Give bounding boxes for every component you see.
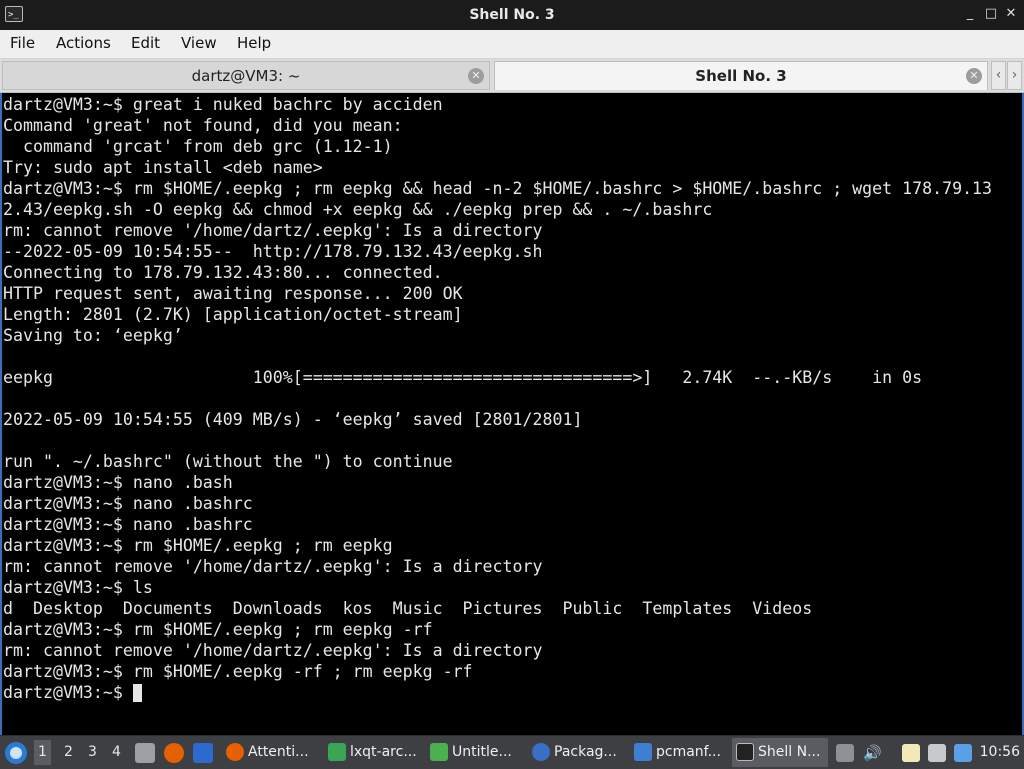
terminal-line: dartz@VM3:~$ great i nuked bachrc by acc… (3, 95, 443, 114)
task-label: pcmanf... (656, 744, 721, 760)
taskbar: 1 2 3 4 Attenti... lxqt-arc... Untitle..… (0, 735, 1024, 769)
tab-scroll-left-icon[interactable]: ‹ (991, 61, 1006, 90)
terminal-line: d Desktop Documents Downloads kos Music … (3, 599, 813, 618)
terminal-line: 2022-05-09 10:54:55 (409 MB/s) - ‘eepkg’… (3, 410, 583, 429)
task-label: lxqt-arc... (350, 744, 417, 760)
firefox-launcher-icon[interactable] (164, 743, 184, 763)
task-pcmanfm[interactable]: pcmanf... (630, 738, 726, 767)
task-label: Untitle... (452, 744, 512, 760)
maximize-button[interactable]: □ (983, 6, 999, 22)
terminal-line: dartz@VM3:~$ nano .bashrc (3, 515, 253, 534)
desktop-1-button[interactable]: 1 (34, 740, 51, 765)
desktop-4-button[interactable]: 4 (112, 744, 121, 760)
terminal-line: Command 'great' not found, did you mean: (3, 116, 403, 135)
tab-close-icon[interactable]: ✕ (468, 68, 484, 84)
folder-icon (634, 743, 652, 761)
file-manager-launcher-icon[interactable] (135, 743, 155, 763)
desktop-2-button[interactable]: 2 (64, 744, 73, 760)
terminal-cursor (133, 684, 142, 702)
task-untitled[interactable]: Untitle... (426, 738, 522, 767)
terminal-line: HTTP request sent, awaiting response... … (3, 284, 463, 303)
terminal-line: run ". ~/.bashrc" (without the ") to con… (3, 452, 453, 471)
terminal-line: rm: cannot remove '/home/dartz/.eepkg': … (3, 557, 543, 576)
menu-edit[interactable]: Edit (131, 34, 160, 52)
menu-bar: File Actions Edit View Help (0, 30, 1024, 59)
clock[interactable]: 10:56 (980, 744, 1020, 760)
terminal-line: Connecting to 178.79.132.43:80... connec… (3, 263, 443, 282)
terminal-line: rm: cannot remove '/home/dartz/.eepkg': … (3, 221, 543, 240)
update-notifier-icon[interactable] (954, 744, 972, 762)
tab-scroll-right-icon[interactable]: › (1007, 61, 1022, 90)
terminal-line: dartz@VM3:~$ nano .bashrc (3, 494, 253, 513)
desktop-3-button[interactable]: 3 (88, 744, 97, 760)
terminal-line: dartz@VM3:~$ rm $HOME/.eepkg -rf ; rm ee… (3, 662, 473, 681)
terminal-line: dartz@VM3:~$ nano .bash (3, 473, 233, 492)
window-titlebar: >_ Shell No. 3 _ □ ✕ (0, 0, 1024, 30)
terminal-icon (736, 743, 754, 761)
menu-actions[interactable]: Actions (56, 34, 111, 52)
tab-shell-no-3[interactable]: Shell No. 3 ✕ (494, 61, 988, 90)
terminal-line: rm: cannot remove '/home/dartz/.eepkg': … (3, 641, 543, 660)
close-button[interactable]: ✕ (1003, 6, 1019, 22)
terminal-line: dartz@VM3:~$ rm $HOME/.eepkg ; rm eepkg … (3, 620, 433, 639)
terminal-line: dartz@VM3:~$ rm $HOME/.eepkg ; rm eepkg … (3, 179, 993, 198)
tray-scroll-icon[interactable] (836, 744, 854, 762)
terminal-line: --2022-05-09 10:54:55-- http://178.79.13… (3, 242, 543, 261)
task-attention[interactable]: Attenti... (222, 738, 318, 767)
tab-label: dartz@VM3: ~ (191, 67, 301, 85)
task-shell[interactable]: Shell N... (732, 738, 828, 767)
archiver-icon (328, 743, 346, 761)
terminal-prompt: dartz@VM3:~$ (3, 683, 133, 702)
menu-help[interactable]: Help (237, 34, 271, 52)
terminal-line: command 'grcat' from deb grc (1.12-1) (3, 137, 393, 156)
clipboard-icon[interactable] (902, 744, 920, 762)
menu-file[interactable]: File (10, 34, 35, 52)
terminal-line: dartz@VM3:~$ rm $HOME/.eepkg ; rm eepkg (3, 536, 393, 555)
task-lxqt-archiver[interactable]: lxqt-arc... (324, 738, 420, 767)
package-icon (532, 743, 550, 761)
window-title: Shell No. 3 (469, 7, 555, 23)
task-label: Attenti... (248, 744, 309, 760)
terminal-line: Saving to: ‘eepkg’ (3, 326, 183, 345)
tab-dartz-vm3[interactable]: dartz@VM3: ~ ✕ (2, 61, 490, 90)
terminal-line: dartz@VM3:~$ ls (3, 578, 153, 597)
terminal-line: 2.43/eepkg.sh -O eepkg && chmod +x eepkg… (3, 200, 713, 219)
firefox-icon (226, 743, 244, 761)
tab-close-icon[interactable]: ✕ (966, 68, 982, 84)
minimize-button[interactable]: _ (962, 6, 978, 22)
terminal-output[interactable]: dartz@VM3:~$ great i nuked bachrc by acc… (0, 93, 1024, 735)
network-icon[interactable] (928, 744, 946, 762)
task-label: Packag... (554, 744, 617, 760)
document-icon (430, 743, 448, 761)
app-menu-icon[interactable] (5, 742, 27, 764)
terminal-line: Length: 2801 (2.7K) [application/octet-s… (3, 305, 463, 324)
tab-label: Shell No. 3 (695, 67, 787, 85)
volume-icon[interactable]: 🔊 (863, 744, 882, 762)
terminal-line: Try: sudo apt install <deb name> (3, 158, 323, 177)
task-packages[interactable]: Packag... (528, 738, 624, 767)
show-desktop-icon[interactable] (193, 743, 213, 763)
task-label: Shell N... (758, 744, 821, 760)
tab-bar: dartz@VM3: ~ ✕ Shell No. 3 ✕ ‹ › (0, 59, 1024, 93)
menu-view[interactable]: View (181, 34, 217, 52)
terminal-line: eepkg 100%[=============================… (3, 368, 923, 387)
